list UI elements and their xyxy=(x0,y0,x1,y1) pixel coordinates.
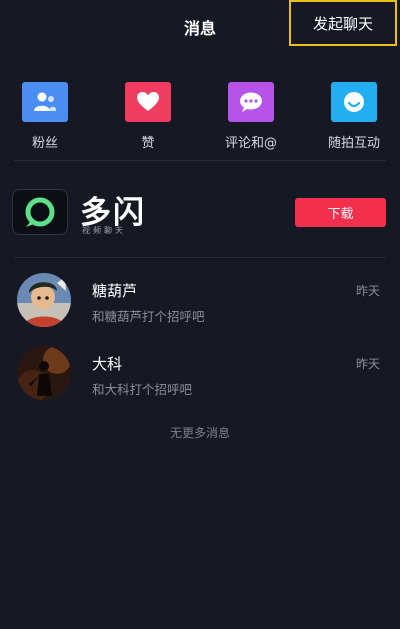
heart-icon xyxy=(125,82,171,122)
smile-icon xyxy=(331,82,377,122)
no-more-messages: 无更多消息 xyxy=(169,426,230,440)
conversation-preview: 和大科打个招呼吧 xyxy=(92,382,193,397)
quick-action-fans[interactable]: 粉丝 xyxy=(5,82,85,151)
conversation-time: 昨天 xyxy=(356,284,381,298)
conversation-preview: 和糖葫芦打个招呼吧 xyxy=(92,309,205,324)
divider xyxy=(14,257,386,258)
quick-action-label: 随拍互动 xyxy=(327,136,380,151)
messages-screen: 消息 发起聊天 粉丝 赞 评论和@ 随拍互动 多闪 视频聊天 下载 糖葫芦 和糖… xyxy=(0,0,400,629)
header: 消息 发起聊天 xyxy=(0,0,400,52)
app-logo-icon xyxy=(12,189,68,235)
app-subtitle: 视频聊天 xyxy=(82,226,126,235)
conversation-item[interactable]: 大科 和大科打个招呼吧 昨天 xyxy=(0,346,400,416)
fans-icon xyxy=(22,82,68,122)
divider xyxy=(14,160,386,161)
quick-action-likes[interactable]: 赞 xyxy=(108,82,188,151)
conversation-name: 大科 xyxy=(92,355,123,373)
quick-action-interactions[interactable]: 随拍互动 xyxy=(314,82,394,151)
comment-icon xyxy=(228,82,274,122)
app-promo-card: 多闪 视频聊天 下载 xyxy=(0,165,400,255)
start-chat-button[interactable]: 发起聊天 xyxy=(289,0,397,46)
quick-action-label: 赞 xyxy=(141,136,155,151)
quick-actions: 粉丝 赞 评论和@ 随拍互动 xyxy=(0,82,400,152)
avatar xyxy=(17,273,71,327)
avatar xyxy=(17,346,71,400)
quick-action-comments[interactable]: 评论和@ xyxy=(211,82,291,151)
download-button[interactable]: 下载 xyxy=(295,198,386,227)
conversation-name: 糖葫芦 xyxy=(92,282,138,300)
conversation-time: 昨天 xyxy=(356,357,381,371)
quick-action-label: 粉丝 xyxy=(31,136,58,151)
conversation-item[interactable]: 糖葫芦 和糖葫芦打个招呼吧 昨天 xyxy=(0,273,400,343)
quick-action-label: 评论和@ xyxy=(224,136,277,151)
